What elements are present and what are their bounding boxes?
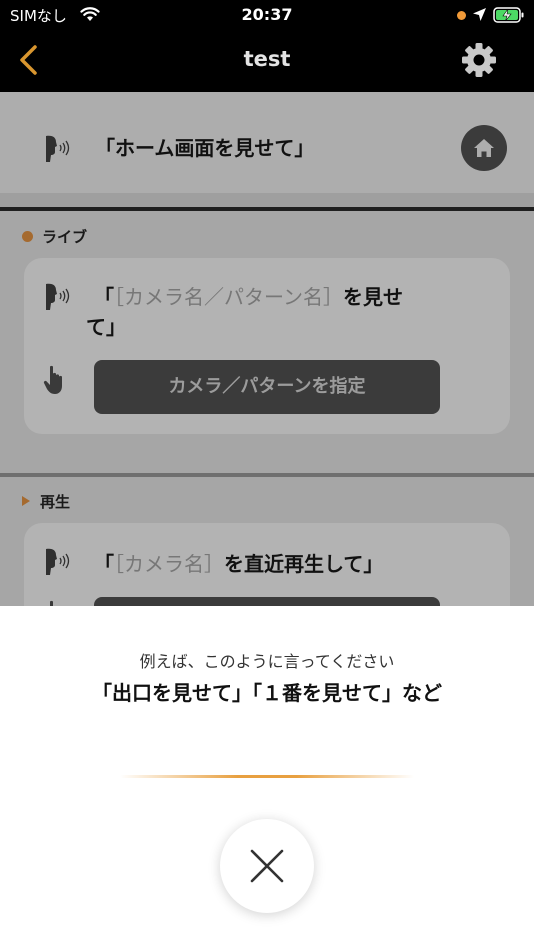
home-button[interactable] bbox=[461, 125, 507, 171]
status-bar: SIMなし 20:37 bbox=[0, 0, 534, 30]
live-command-open: 「 bbox=[94, 285, 114, 309]
status-time: 20:37 bbox=[241, 5, 293, 24]
playback-section-label: 再生 bbox=[40, 493, 71, 511]
nav-bar: test bbox=[0, 30, 534, 92]
voice-input-sheet: 例えば、このように言ってください 「出口を見せて」「１番を見せて」など bbox=[0, 606, 534, 950]
home-icon bbox=[474, 139, 494, 157]
select-camera-pattern-button[interactable]: カメラ／パターンを指定 bbox=[94, 360, 440, 414]
playback-command-text: 「［カメラ名］を直近再生して」 bbox=[94, 549, 494, 579]
section-gap bbox=[0, 193, 534, 207]
tap-finger-icon bbox=[43, 365, 62, 394]
voice-example-text: 「出口を見せて」「１番を見せて」など bbox=[92, 681, 442, 705]
playback-placeholder: ［カメラ名］ bbox=[114, 552, 224, 576]
location-arrow-icon bbox=[473, 8, 486, 21]
gear-icon[interactable] bbox=[460, 41, 498, 79]
speaking-head-icon bbox=[46, 135, 70, 162]
live-section-header: ライブ bbox=[22, 226, 87, 247]
live-placeholder: ［カメラ名／パターン名］ bbox=[114, 285, 343, 309]
battery-charging-icon bbox=[493, 7, 524, 23]
speaking-head-icon bbox=[46, 283, 70, 310]
live-command-card: 「［カメラ名／パターン名］を見せ て」 カメラ／パターンを指定 bbox=[24, 258, 510, 434]
voice-command-list: 「ホーム画面を見せて」 ライブ 「［カメラ名／パターン名］を見せ て」 カメラ／… bbox=[0, 92, 534, 606]
live-command-suffix-line2: て」 bbox=[86, 315, 126, 339]
playback-section-header: 再生 bbox=[22, 491, 70, 512]
playback-command-suffix: を直近再生して」 bbox=[224, 552, 384, 576]
live-section-label: ライブ bbox=[42, 228, 88, 246]
privacy-indicator-dot bbox=[457, 11, 466, 20]
close-button[interactable] bbox=[220, 819, 314, 913]
page-title: test bbox=[243, 47, 291, 71]
section-divider bbox=[0, 473, 534, 477]
tap-finger-icon bbox=[50, 600, 53, 606]
voice-hint-text: 例えば、このように言ってください bbox=[139, 652, 395, 671]
select-camera-button[interactable] bbox=[94, 597, 440, 606]
playback-command-card: 「［カメラ名］を直近再生して」 bbox=[24, 523, 510, 606]
live-command-text: 「［カメラ名／パターン名］を見せ て」 bbox=[86, 282, 486, 342]
home-command-text: 「ホーム画面を見せて」 bbox=[95, 136, 315, 160]
playback-command-open: 「 bbox=[94, 552, 114, 576]
home-command-row[interactable]: 「ホーム画面を見せて」 bbox=[0, 92, 534, 193]
section-divider bbox=[0, 207, 534, 211]
voice-waveform-line bbox=[120, 775, 414, 778]
speaking-head-icon bbox=[46, 548, 70, 575]
play-triangle-icon bbox=[22, 496, 30, 506]
live-dot-icon bbox=[22, 231, 33, 242]
live-command-suffix: を見せ bbox=[343, 285, 403, 309]
close-icon bbox=[250, 849, 284, 883]
